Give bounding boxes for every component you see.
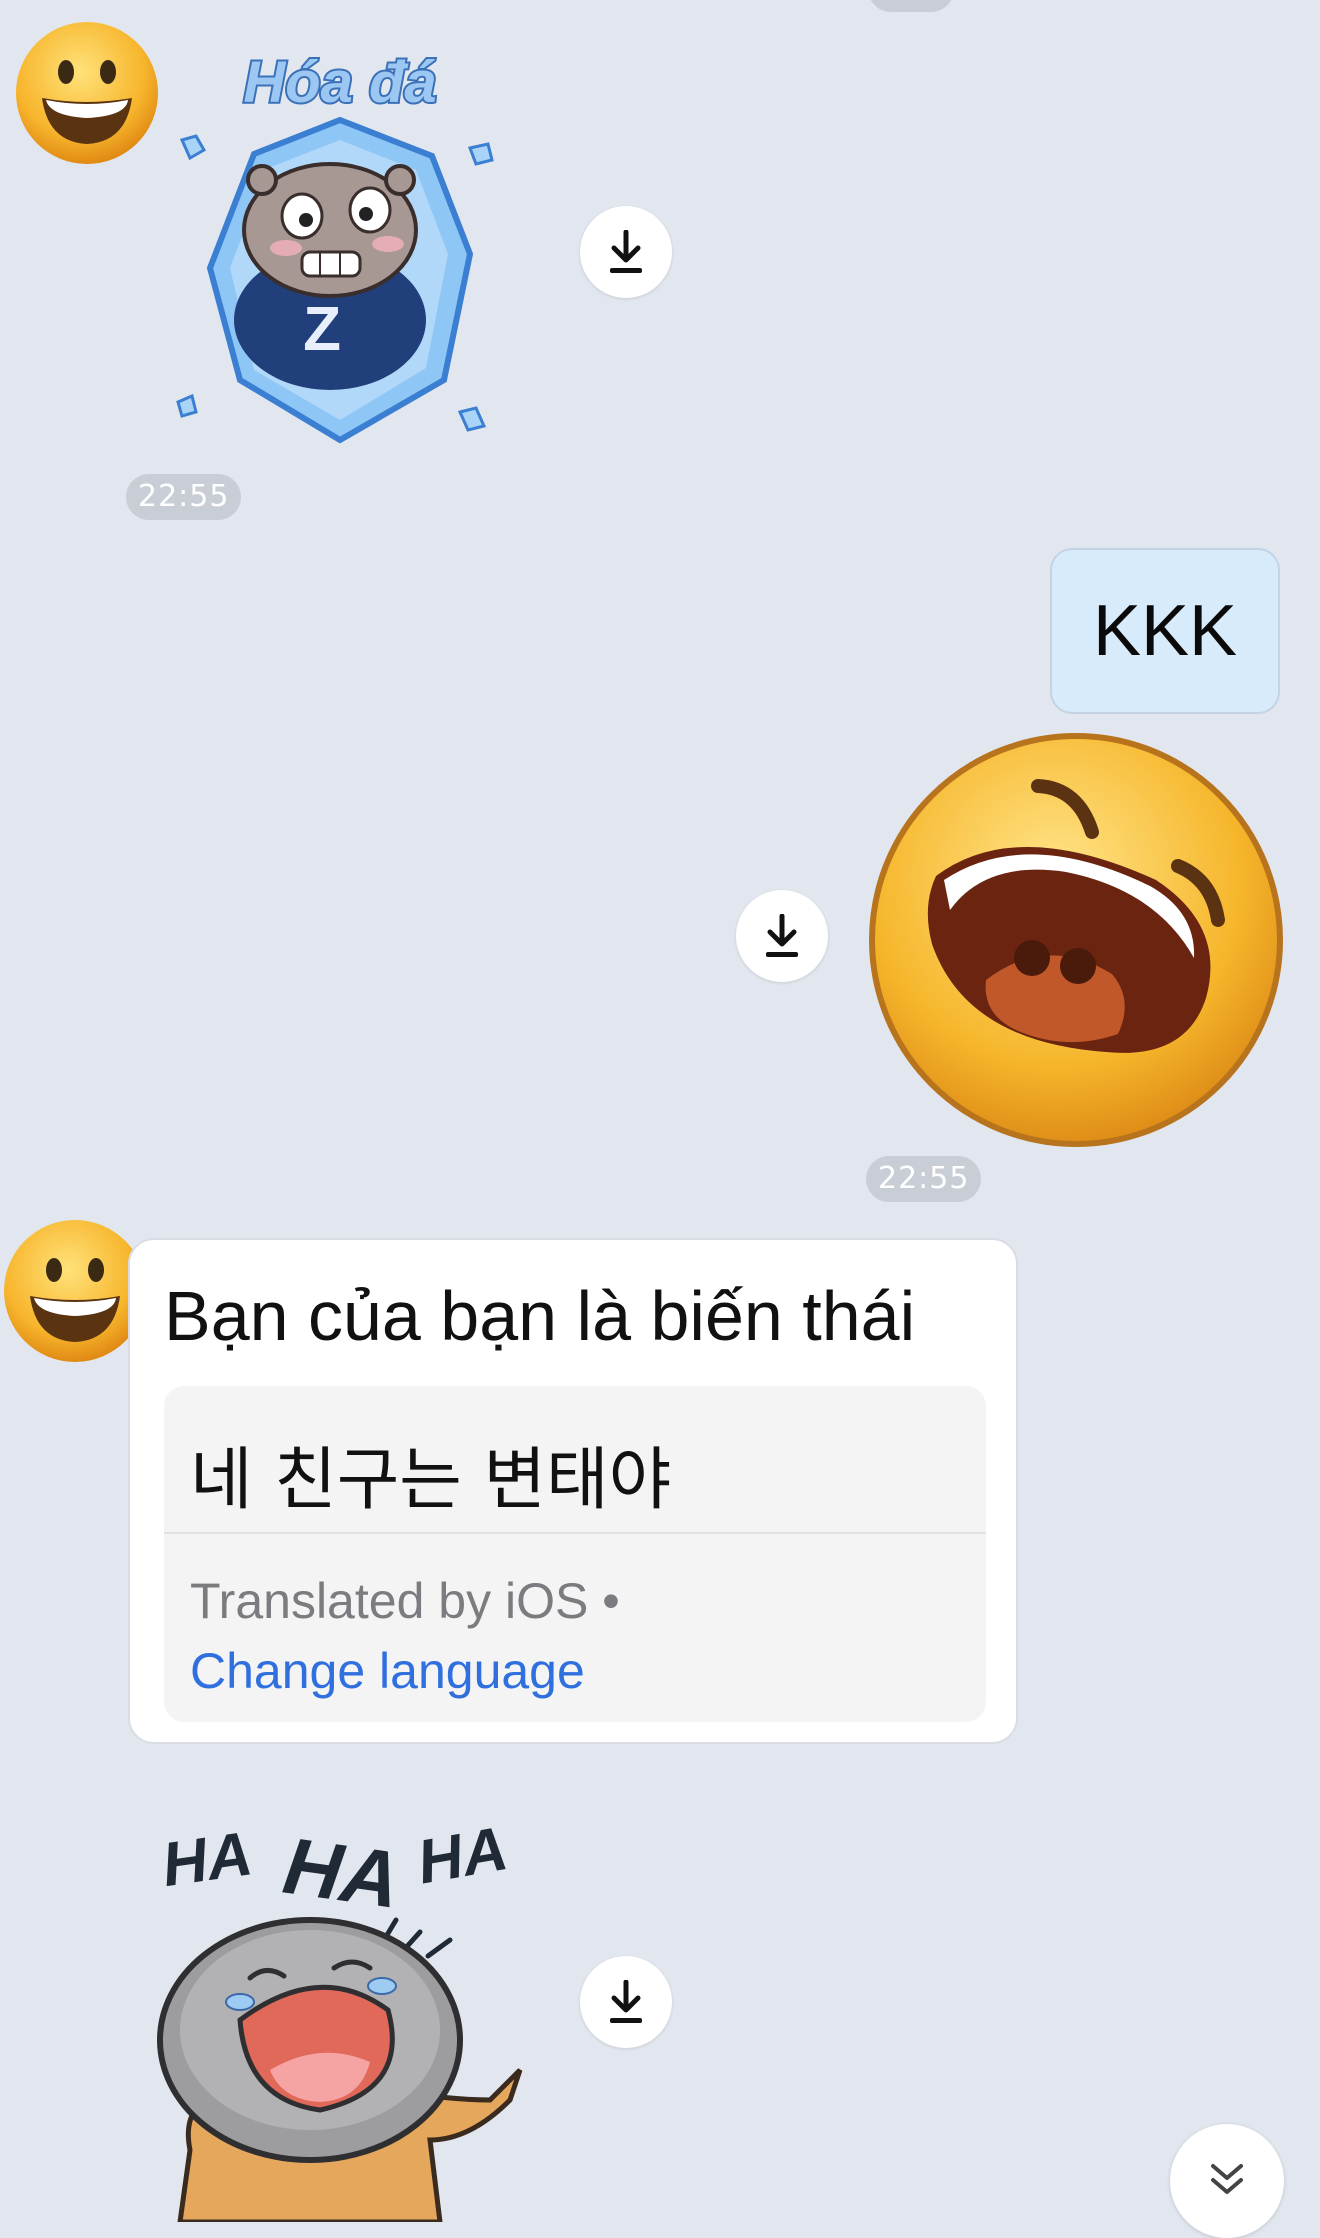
grinning-face-emoji-icon [16, 22, 158, 164]
translation-box: 네 친구는 변태야 Translated by iOS • Change lan… [164, 1386, 986, 1722]
download-button-emoji[interactable] [736, 890, 828, 982]
download-button-sticker-2[interactable] [580, 1956, 672, 2048]
sender-avatar[interactable] [2, 1218, 148, 1364]
sticker-frozen-hamster[interactable]: Hóa đá Z [170, 40, 510, 460]
sticker-ha-2: HA [278, 1821, 405, 1925]
sticker-laughing-character[interactable]: HA HA HA [150, 1800, 530, 2225]
laughing-emoji-sticker[interactable] [866, 730, 1286, 1150]
double-chevron-down-icon [1211, 2164, 1243, 2194]
incoming-message-bubble[interactable]: Bạn của bạn là biến thái 네 친구는 변태야 Trans… [128, 1238, 1018, 1744]
outgoing-message-bubble[interactable]: KKK [1050, 548, 1280, 714]
sticker-ha-3: HA [412, 1814, 512, 1898]
incoming-message-text: Bạn của bạn là biến thái [164, 1277, 916, 1355]
message-time: 22:55 [126, 474, 242, 520]
download-icon [610, 230, 642, 273]
change-language-link[interactable]: Change language [190, 1642, 585, 1700]
grinning-face-emoji-icon [4, 1220, 146, 1362]
sticker-ha-1: HA [158, 1819, 256, 1900]
sender-avatar[interactable] [14, 20, 160, 166]
download-icon [766, 914, 798, 957]
translation-divider [164, 1532, 986, 1534]
outgoing-message-text: KKK [1092, 591, 1238, 671]
translated-text: 네 친구는 변태야 [190, 1441, 672, 1520]
time-pill-cutoff [868, 0, 954, 12]
message-time: 22:55 [866, 1156, 982, 1202]
scroll-to-bottom-button[interactable] [1170, 2124, 1284, 2238]
shirt-letter: Z [303, 295, 341, 364]
sticker-caption: Hóa đá [243, 50, 436, 115]
translated-by-label: Translated by iOS • [190, 1573, 620, 1629]
download-button-sticker-1[interactable] [580, 206, 672, 298]
download-icon [610, 1980, 642, 2023]
